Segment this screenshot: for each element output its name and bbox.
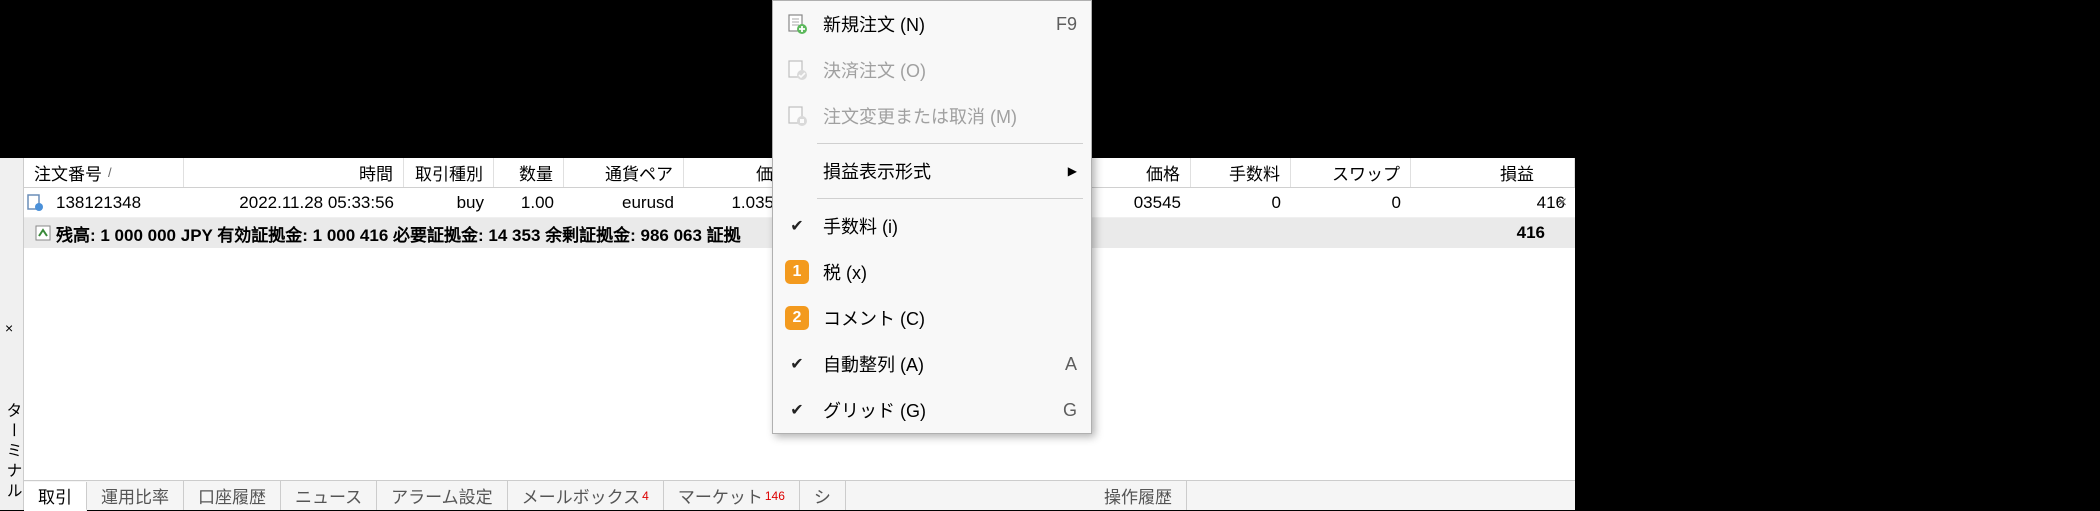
order-icon — [24, 193, 46, 213]
check-icon: ✔ — [790, 216, 803, 236]
header-fee[interactable]: 手数料 — [1191, 158, 1291, 187]
menu-new-order[interactable]: 新規注文 (N) F9 — [773, 1, 1091, 47]
check-icon: ✔ — [790, 354, 803, 374]
submenu-arrow-icon: ▶ — [1068, 164, 1077, 178]
cell-fee: 0 — [1191, 188, 1291, 217]
cell-time: 2022.11.28 05:33:56 — [184, 188, 404, 217]
context-menu: 新規注文 (N) F9 決済注文 (O) 注文変更または取消 (M) 損益表示形… — [772, 0, 1092, 434]
mailbox-badge: 4 — [642, 489, 649, 503]
modify-order-icon — [781, 105, 813, 127]
header-type[interactable]: 取引種別 — [404, 158, 494, 187]
sort-indicator-icon: / — [108, 165, 112, 180]
close-order-icon — [781, 59, 813, 81]
panel-close-button[interactable]: × — [5, 320, 13, 336]
tab-alerts[interactable]: アラーム設定 — [377, 481, 508, 510]
menu-close-order: 決済注文 (O) — [773, 47, 1091, 93]
tab-exposure[interactable]: 運用比率 — [87, 481, 184, 510]
header-time[interactable]: 時間 — [184, 158, 404, 187]
cell-type: buy — [404, 188, 494, 217]
header-pl[interactable]: 損益 — [1411, 158, 1575, 187]
new-order-icon — [781, 13, 813, 35]
tab-cut[interactable]: シ — [800, 481, 846, 510]
header-symbol[interactable]: 通貨ペア — [564, 158, 684, 187]
cell-order: 138121348 — [46, 188, 184, 217]
cell-price1: 1.035 — [684, 188, 784, 217]
tab-trade[interactable]: 取引 — [24, 482, 87, 511]
menu-comment[interactable]: 2 コメント (C) — [773, 295, 1091, 341]
cell-price2: 03545 — [1091, 188, 1191, 217]
tab-journal[interactable]: 操作履歴 — [1090, 481, 1187, 510]
header-price[interactable]: 価 — [684, 158, 784, 187]
row-close-button[interactable]: × — [1558, 194, 1567, 212]
header-volume[interactable]: 数量 — [494, 158, 564, 187]
tab-news[interactable]: ニュース — [281, 481, 377, 510]
summary-icon — [30, 224, 56, 242]
menu-grid[interactable]: ✔ グリッド (G) G — [773, 387, 1091, 433]
menu-commission[interactable]: ✔ 手数料 (i) — [773, 203, 1091, 249]
menu-modify-order: 注文変更または取消 (M) — [773, 93, 1091, 139]
menu-tax[interactable]: 1 税 (x) — [773, 249, 1091, 295]
annotation-badge-2: 2 — [785, 306, 809, 330]
header-price2[interactable]: 価格 — [1091, 158, 1191, 187]
header-order[interactable]: 注文番号/ — [24, 158, 184, 187]
menu-pl-format[interactable]: 損益表示形式 ▶ — [773, 148, 1091, 194]
cell-symbol: eurusd — [564, 188, 684, 217]
market-badge: 146 — [765, 489, 785, 503]
annotation-badge-1: 1 — [785, 260, 809, 284]
panel-title-bar: × ターミナル — [0, 158, 24, 510]
tab-market[interactable]: マーケット146 — [664, 481, 800, 510]
menu-auto-arrange[interactable]: ✔ 自動整列 (A) A — [773, 341, 1091, 387]
check-icon: ✔ — [790, 400, 803, 420]
cell-volume: 1.00 — [494, 188, 564, 217]
panel-title: ターミナル — [0, 402, 24, 502]
cell-pl: 416 — [1411, 188, 1575, 217]
header-swap[interactable]: スワップ — [1291, 158, 1411, 187]
right-panel-fragment: 価格 手数料 スワップ 損益 03545 0 0 416 × 416 操作履歴 — [1090, 158, 1575, 510]
tab-mailbox[interactable]: メールボックス4 — [508, 481, 664, 510]
cell-swap: 0 — [1291, 188, 1411, 217]
summary-pl: 416 — [1517, 223, 1545, 243]
tab-history[interactable]: 口座履歴 — [184, 481, 281, 510]
